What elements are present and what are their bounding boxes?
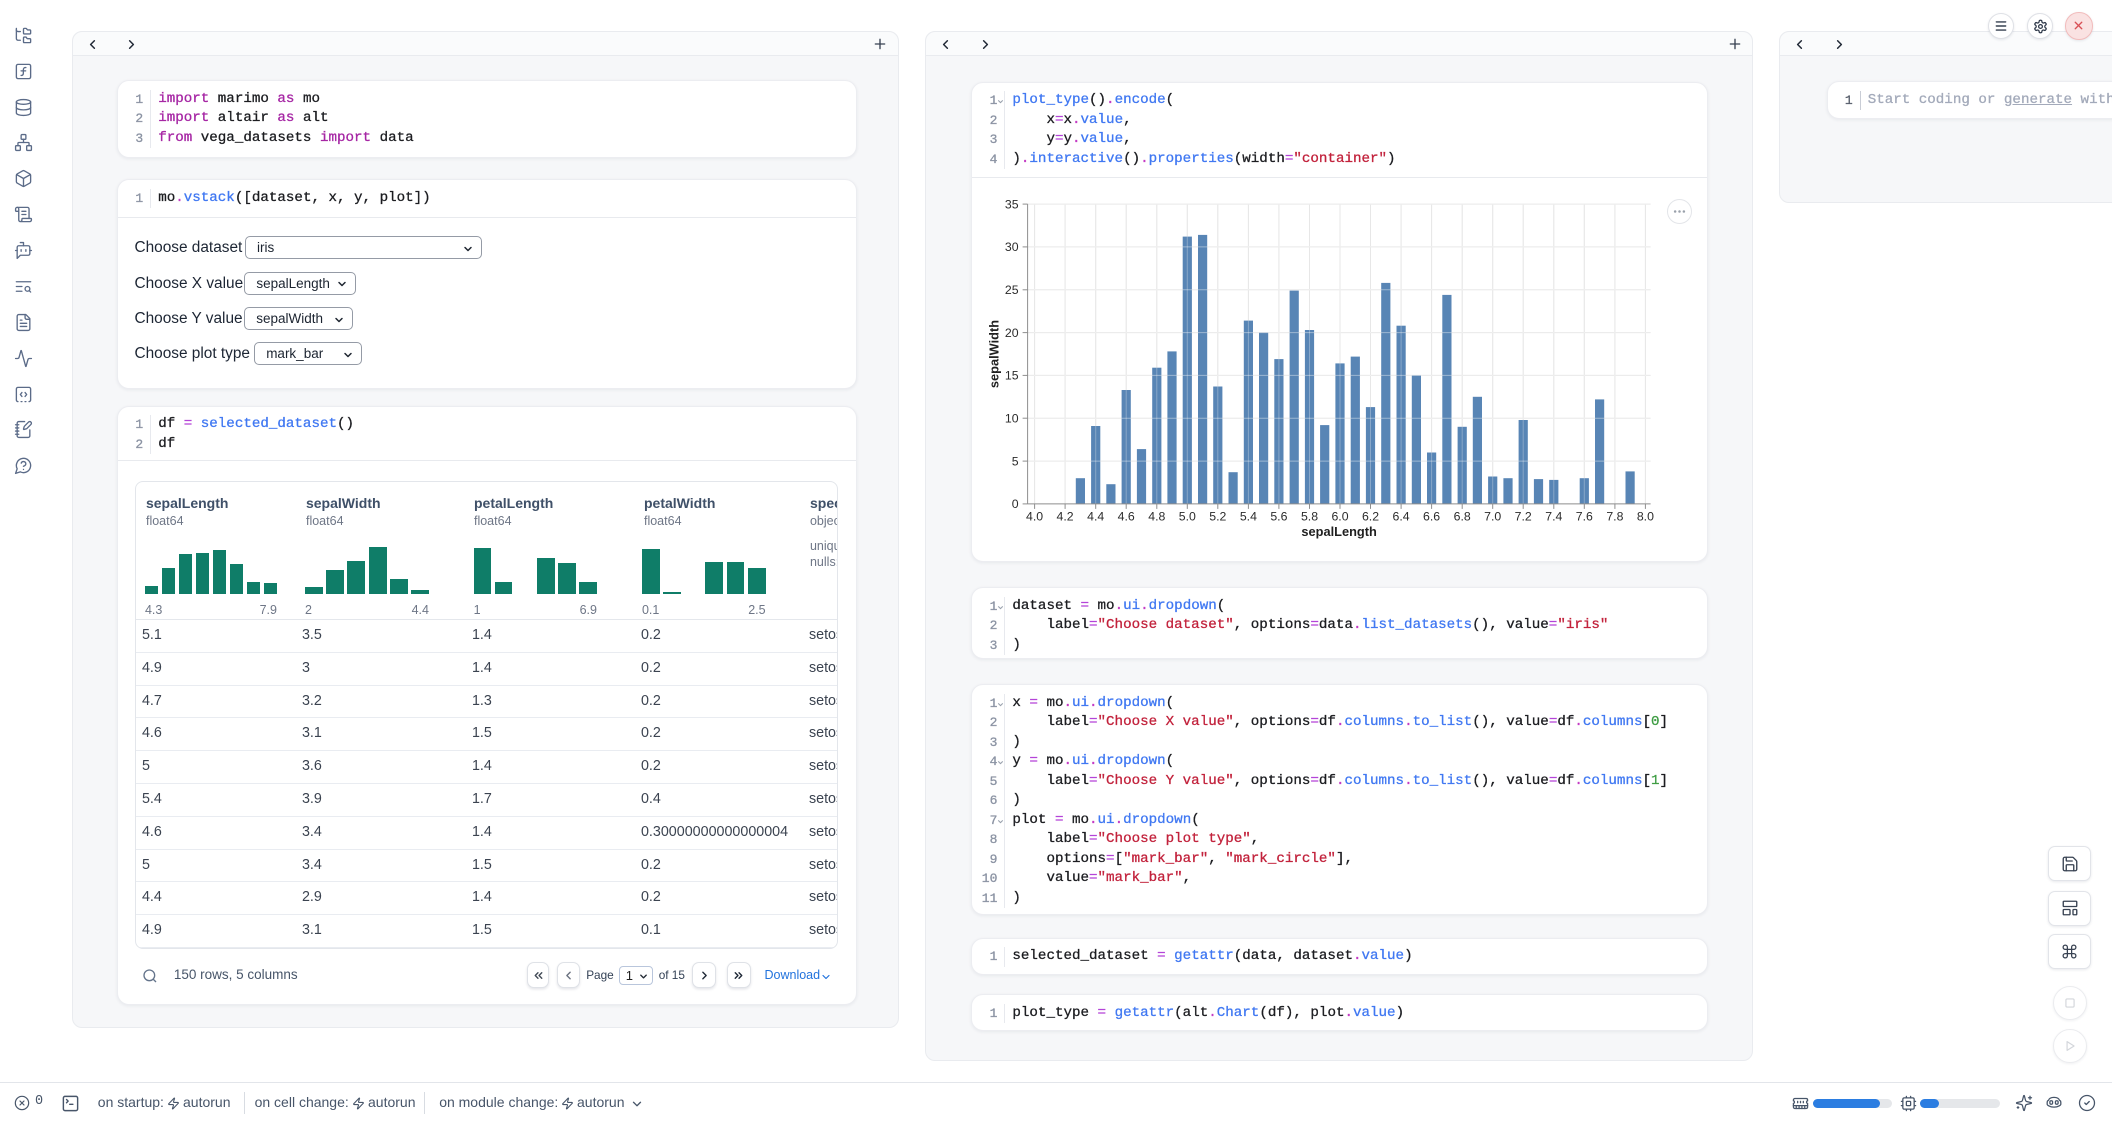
svg-text:sepalWidth: sepalWidth [987,320,1002,388]
svg-text:7.8: 7.8 [1607,509,1624,523]
svg-text:20: 20 [1005,326,1019,340]
svg-text:5.2: 5.2 [1210,509,1227,523]
svg-text:0: 0 [1012,497,1019,511]
svg-text:5.8: 5.8 [1301,509,1318,523]
svg-text:7.4: 7.4 [1546,509,1563,523]
svg-text:30: 30 [1005,240,1019,254]
svg-text:4.6: 4.6 [1118,509,1135,523]
svg-text:5.4: 5.4 [1240,509,1257,523]
svg-text:sepalLength: sepalLength [1302,524,1378,539]
svg-text:5: 5 [1012,454,1019,468]
svg-text:4.2: 4.2 [1057,509,1074,523]
svg-text:25: 25 [1005,283,1019,297]
svg-text:4.4: 4.4 [1088,509,1105,523]
svg-text:5.0: 5.0 [1179,509,1196,523]
svg-text:4.0: 4.0 [1026,509,1043,523]
svg-text:35: 35 [1005,197,1019,211]
svg-text:4.8: 4.8 [1149,509,1166,523]
svg-text:15: 15 [1005,368,1019,382]
svg-text:7.6: 7.6 [1576,509,1593,523]
svg-text:7.2: 7.2 [1515,509,1532,523]
svg-text:6.6: 6.6 [1423,509,1440,523]
svg-text:6.8: 6.8 [1454,509,1471,523]
svg-text:5.6: 5.6 [1271,509,1288,523]
svg-text:8.0: 8.0 [1637,509,1654,523]
svg-text:6.4: 6.4 [1393,509,1410,523]
svg-text:6.0: 6.0 [1332,509,1349,523]
svg-text:10: 10 [1005,411,1019,425]
svg-text:7.0: 7.0 [1485,509,1502,523]
svg-text:6.2: 6.2 [1362,509,1379,523]
